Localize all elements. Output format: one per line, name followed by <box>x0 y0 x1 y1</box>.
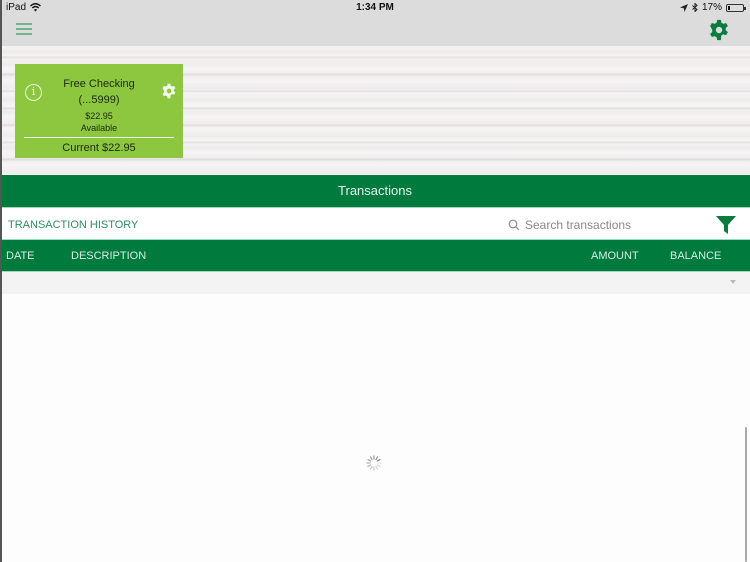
spinner-tick <box>375 465 379 470</box>
card-divider <box>24 137 174 138</box>
nav-bar <box>0 16 750 46</box>
hamburger-menu-icon[interactable] <box>16 23 32 37</box>
transaction-list <box>0 271 750 562</box>
loading-spinner-icon <box>366 455 382 471</box>
available-amount: $22.95 <box>85 111 113 121</box>
bluetooth-icon <box>692 3 698 12</box>
spinner-tick <box>369 465 373 470</box>
status-right: 17% <box>679 2 746 13</box>
transaction-history-label: TRANSACTION HISTORY <box>8 219 139 231</box>
column-date[interactable]: DATE <box>6 250 35 262</box>
spinner-tick <box>376 458 381 462</box>
transactions-title: Transactions <box>338 183 412 198</box>
account-number: (...5999) <box>78 94 120 106</box>
spinner-tick <box>367 464 372 468</box>
transactions-title-bar: Transactions <box>0 175 750 207</box>
search-icon <box>508 219 520 231</box>
column-header: DATE DESCRIPTION AMOUNT BALANCE <box>0 239 750 271</box>
gear-icon[interactable] <box>708 19 730 41</box>
status-time: 1:34 PM <box>356 2 394 13</box>
spinner-tick <box>369 456 373 461</box>
spinner-tick <box>376 464 381 468</box>
battery-icon <box>726 3 746 12</box>
list-group-row[interactable] <box>0 272 750 294</box>
status-bar: iPad 1:34 PM 17% <box>0 0 750 16</box>
spinner-tick <box>375 456 379 461</box>
scrollbar[interactable] <box>745 427 747 562</box>
available-label: Available <box>80 123 118 133</box>
account-card[interactable]: i Free Checking (...5999) $22.95 Availab… <box>15 64 183 158</box>
account-name: Free Checking <box>63 78 135 90</box>
filter-icon[interactable] <box>716 215 736 235</box>
battery-percent: 17% <box>701 2 722 13</box>
column-amount[interactable]: AMOUNT <box>591 250 639 262</box>
column-description[interactable]: DESCRIPTION <box>71 250 146 262</box>
chevron-down-icon <box>730 280 736 284</box>
column-balance[interactable]: BALANCE <box>670 250 721 262</box>
current-balance: Current $22.95 <box>62 142 136 154</box>
transactions-toolbar: TRANSACTION HISTORY <box>0 207 750 239</box>
location-icon <box>679 3 688 12</box>
search-input[interactable] <box>525 218 685 232</box>
spinner-tick <box>367 458 372 462</box>
screen-edge <box>0 0 2 562</box>
search-field[interactable] <box>508 216 688 234</box>
battery-level <box>728 5 731 10</box>
